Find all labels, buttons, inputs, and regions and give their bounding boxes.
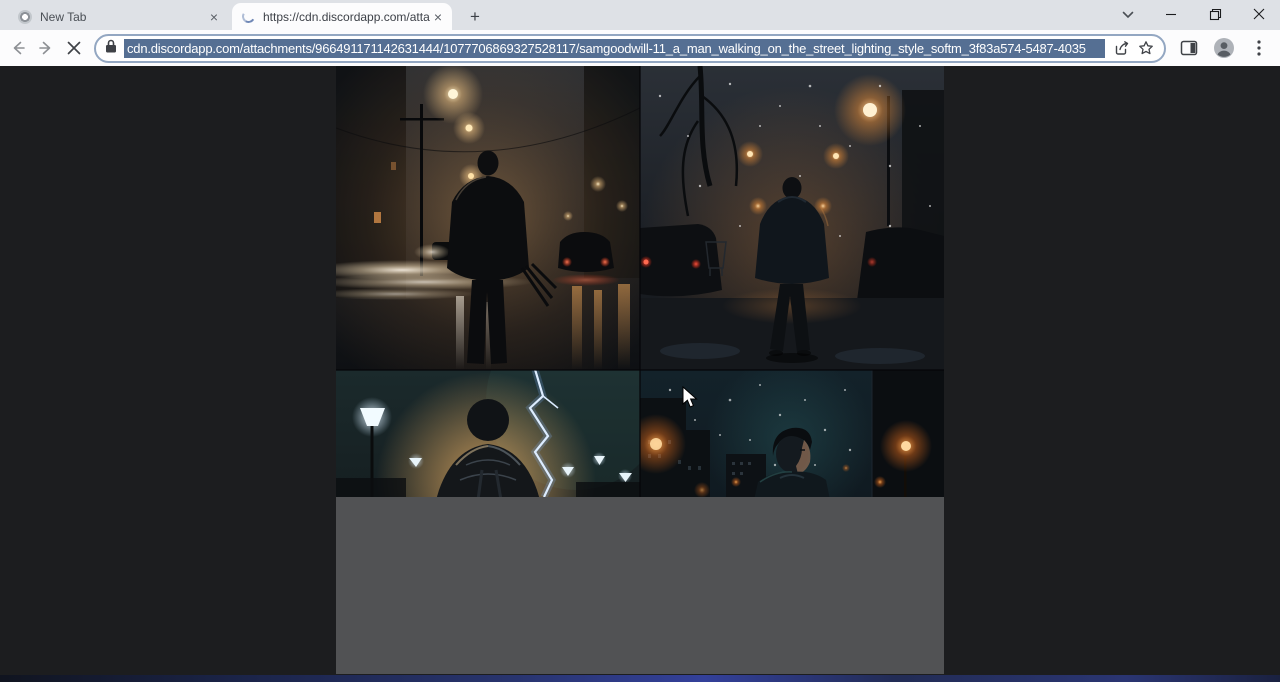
toolbar-right-cluster xyxy=(1176,35,1272,61)
window-restore-button[interactable] xyxy=(1198,0,1232,28)
url-text-region[interactable]: cdn.discordapp.com/attachments/966491171… xyxy=(124,39,1105,58)
tab-title: https://cdn.discordapp.com/atta xyxy=(263,10,430,24)
share-icon[interactable] xyxy=(1110,36,1134,60)
chrome-logo-icon xyxy=(18,10,32,24)
tab-strip: New Tab × https://cdn.discordapp.com/att… xyxy=(0,0,1280,30)
menu-dots-icon[interactable] xyxy=(1246,35,1272,61)
browser-toolbar: cdn.discordapp.com/attachments/966491171… xyxy=(0,30,1280,66)
image-grid-seam-vertical xyxy=(639,66,641,497)
tab-search-chevron-icon[interactable] xyxy=(1116,4,1140,26)
new-tab-button[interactable]: + xyxy=(462,4,488,30)
image-loading-placeholder xyxy=(336,497,944,674)
tab-close-icon[interactable]: × xyxy=(206,9,222,25)
image-grid-seam-horizontal xyxy=(336,369,944,371)
mouse-cursor xyxy=(682,386,699,409)
image-panel-top-right xyxy=(640,66,944,370)
window-minimize-button[interactable] xyxy=(1154,0,1188,28)
address-bar[interactable]: cdn.discordapp.com/attachments/966491171… xyxy=(94,34,1166,63)
loading-spinner-icon xyxy=(241,9,257,25)
tab-new-tab[interactable]: New Tab × xyxy=(8,4,228,29)
taskbar-edge-strip xyxy=(0,675,1280,682)
lock-icon[interactable] xyxy=(105,39,117,58)
url-selected-text: cdn.discordapp.com/attachments/966491171… xyxy=(124,39,1105,58)
page-content xyxy=(0,66,1280,682)
image-panel-top-left xyxy=(336,66,640,370)
tab-discord-cdn[interactable]: https://cdn.discordapp.com/atta × xyxy=(232,3,452,30)
side-panel-icon[interactable] xyxy=(1176,35,1202,61)
bookmark-star-icon[interactable] xyxy=(1134,36,1158,60)
back-button[interactable] xyxy=(4,34,32,62)
tab-title: New Tab xyxy=(40,10,206,24)
generated-image-grid[interactable] xyxy=(336,66,944,674)
forward-button[interactable] xyxy=(32,34,60,62)
stop-loading-button[interactable] xyxy=(60,34,88,62)
tab-close-icon[interactable]: × xyxy=(430,9,446,25)
window-close-button[interactable] xyxy=(1242,0,1276,28)
profile-avatar-icon[interactable] xyxy=(1211,35,1237,61)
